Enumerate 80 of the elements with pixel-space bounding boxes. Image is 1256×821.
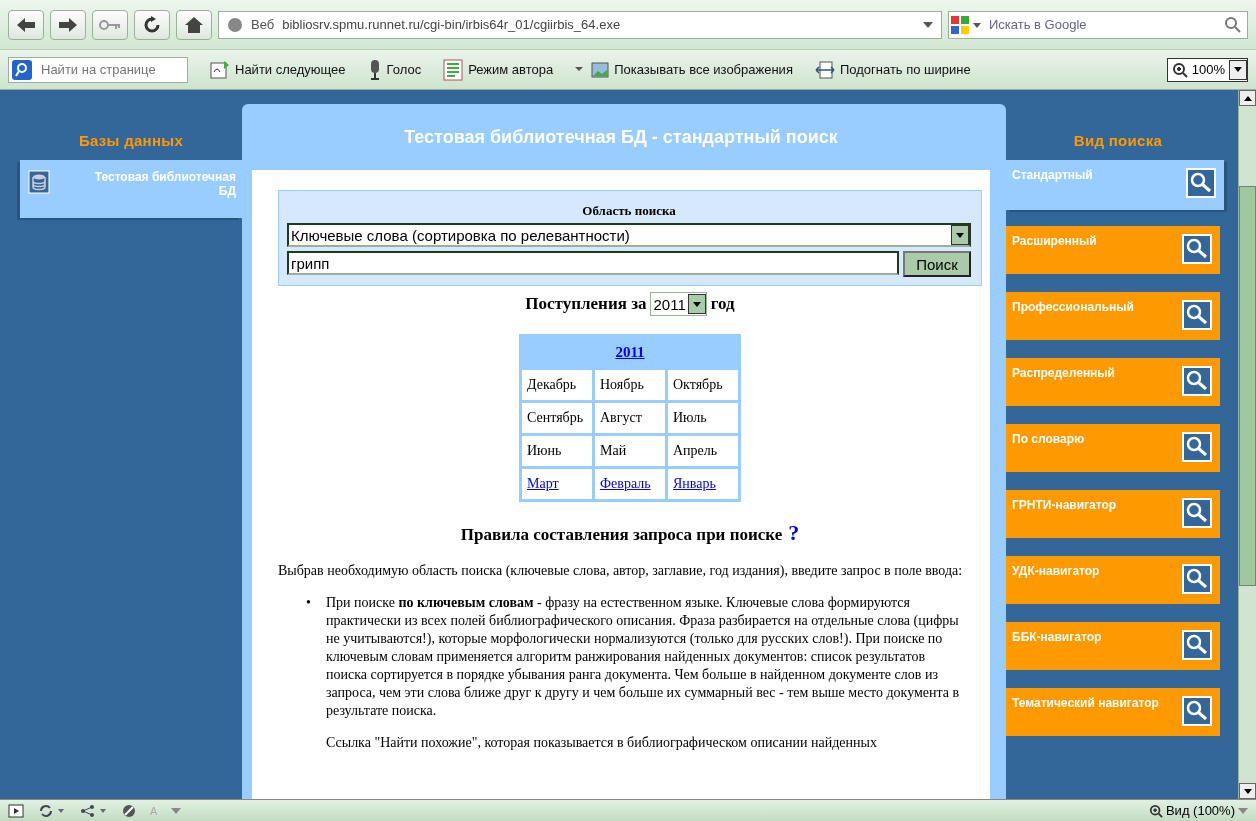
year-label: год xyxy=(710,294,735,314)
query-field[interactable]: грипп xyxy=(287,251,899,275)
scroll-down-icon[interactable] xyxy=(1243,788,1252,794)
caret-icon[interactable] xyxy=(171,807,182,814)
search-area-select[interactable]: Ключевые слова (сортировка по релевантности) xyxy=(287,223,971,247)
search-icon[interactable] xyxy=(1186,168,1216,198)
help-link[interactable]: ? xyxy=(788,520,800,546)
key-icon xyxy=(99,18,121,31)
toolbar-button[interactable]: Голос xyxy=(367,58,422,81)
zoom-icon xyxy=(1171,61,1188,78)
forward-button[interactable] xyxy=(50,9,86,40)
month-text: Август xyxy=(600,410,642,425)
indicator-text: A xyxy=(150,804,158,817)
rule-item: При поиске по ключевым словам - фразу на естественном языке. Ключевые слова формируются практически из всех полей библиографического описания. Фраза разбирается на отдельные слова (цифры не учитываются!), которые морфологически нормализуются (только для русских слов!). При поиске по ключевым словам применяется алгоритм ранжирования найденных документов: список результатов поиска сортируется в порядке убывания ранга документа. Чем больше в найденном документе слов из запроса, чем эти слова ближе друг к другу и чем больше их суммарный вес - тем выше место документа в результате поиска. xyxy=(326,594,961,720)
zoom-icon xyxy=(1148,803,1163,818)
search-icon[interactable] xyxy=(1223,14,1243,35)
month-text: Май xyxy=(600,443,627,458)
scroll-up-icon[interactable] xyxy=(1243,95,1252,101)
home-icon xyxy=(184,15,204,34)
search-types-heading: Вид поиска xyxy=(1072,132,1164,151)
sync-icon[interactable] xyxy=(38,803,66,818)
reload-button[interactable] xyxy=(134,9,170,40)
home-button[interactable] xyxy=(176,9,212,40)
month-text: Декабрь xyxy=(527,377,577,392)
toolbar-button[interactable]: Режим автора xyxy=(443,58,554,81)
search-icon[interactable] xyxy=(1182,300,1212,330)
toolbar-button[interactable]: Найти следующее xyxy=(210,59,346,80)
dropdown-icon[interactable] xyxy=(923,21,933,28)
address-label: Веб xyxy=(251,17,275,32)
blocked-icon[interactable] xyxy=(122,803,136,818)
toolbar-button[interactable]: Показывать все изображения xyxy=(575,61,793,78)
key-button[interactable] xyxy=(92,9,128,40)
share-icon[interactable] xyxy=(80,803,108,818)
rules-heading: Правила составления запроса при поиске xyxy=(460,525,783,545)
search-button[interactable]: Поиск xyxy=(903,251,971,277)
search-icon[interactable] xyxy=(1182,564,1212,594)
search-icon[interactable] xyxy=(1182,498,1212,528)
database-icon xyxy=(28,170,50,194)
note-paragraph: Ссылка "Найти похожие", которая показывается в библиографическом описании найденных xyxy=(325,734,878,752)
google-logo-icon xyxy=(949,13,983,36)
month-text: Апрель xyxy=(673,443,718,458)
search-icon xyxy=(12,59,32,80)
fit-width-icon xyxy=(814,59,835,80)
back-button[interactable] xyxy=(8,9,44,40)
document-icon xyxy=(443,58,464,81)
search-icon[interactable] xyxy=(1182,366,1212,396)
month-text: Сентябрь xyxy=(527,410,584,425)
reload-icon xyxy=(143,15,161,34)
databases-heading: Базы данных xyxy=(77,132,185,151)
search-icon[interactable] xyxy=(1182,630,1212,660)
search-placeholder: Искать в Google xyxy=(988,17,1088,32)
bullet-marker: • xyxy=(306,594,312,612)
caret-icon xyxy=(1238,807,1248,814)
search-area-label: Область поиска xyxy=(581,203,677,219)
arrivals-label: Поступления за xyxy=(525,294,647,314)
search-icon[interactable] xyxy=(1182,234,1212,264)
back-arrow-icon xyxy=(17,17,35,32)
year-select[interactable]: 2011 xyxy=(650,292,707,316)
find-on-page-field[interactable]: Найти на странице xyxy=(8,56,188,83)
month-text: Ноябрь xyxy=(600,377,644,392)
month-text: Июль xyxy=(673,410,707,425)
zoom-select[interactable]: 100% xyxy=(1166,57,1248,82)
address-bar[interactable]: Веб bibliosrv.spmu.runnet.ru/cgi-bin/irbis64r_01/cgiirbis_64.exe xyxy=(218,10,942,39)
zoom-status-button[interactable]: Вид (100%) xyxy=(1148,803,1248,818)
year-link[interactable]: 2011 xyxy=(615,343,645,360)
search-icon[interactable] xyxy=(1182,432,1212,462)
page-title: Тестовая библиотечная БД - стандартный поиск xyxy=(403,125,839,149)
month-text: Октябрь xyxy=(673,377,723,392)
scrollbar[interactable] xyxy=(1238,90,1256,799)
find-next-icon xyxy=(210,59,230,80)
google-search-field[interactable]: Искать в Google xyxy=(948,10,1248,39)
month-text: Июнь xyxy=(527,443,562,458)
intro-paragraph: Выбрав необходимую область поиска (ключевые слова, автор, заглавие, год издания), введите запрос в поле ввода: xyxy=(278,562,964,580)
url-text: bibliosrv.spmu.runnet.ru/cgi-bin/irbis64r_01/cgiirbis_64.exe xyxy=(282,17,622,32)
search-icon[interactable] xyxy=(1182,696,1212,726)
image-icon xyxy=(575,61,610,78)
forward-arrow-icon xyxy=(59,17,77,32)
toolbar-button[interactable]: Подогнать по ширине xyxy=(814,59,971,80)
zoom-value: 100% xyxy=(1191,62,1225,77)
panel-toggle-icon[interactable] xyxy=(8,803,24,818)
